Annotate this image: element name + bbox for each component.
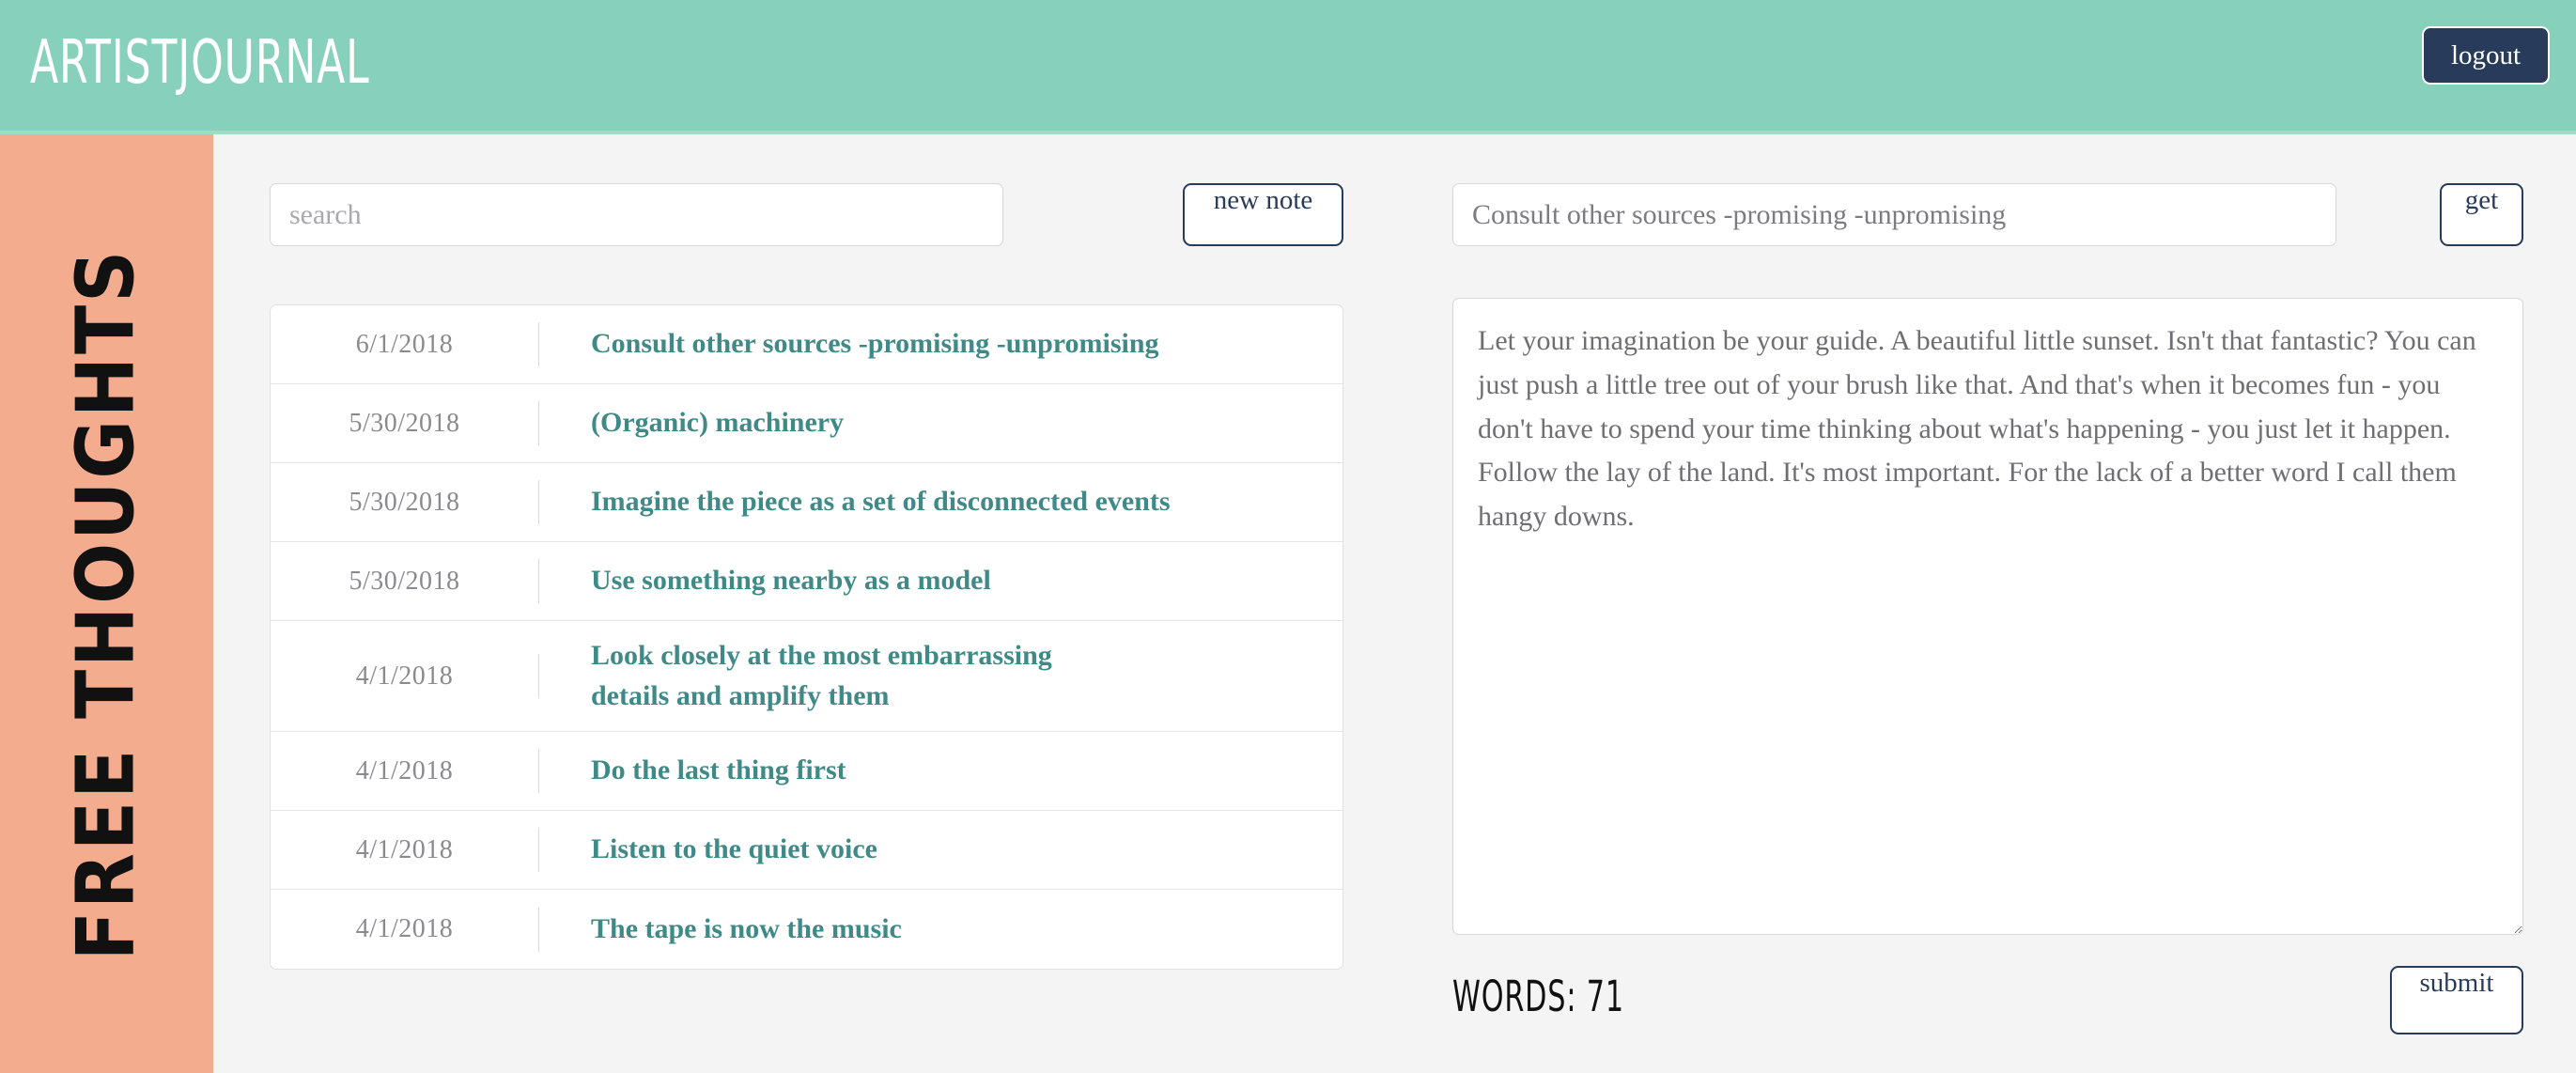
sidebar: Free Thoughts xyxy=(0,134,213,1073)
notes-panel: new note 6/1/2018 Consult other sources … xyxy=(270,183,1343,971)
note-title-bar: get xyxy=(1452,183,2523,246)
note-title[interactable]: Consult other sources -promising -unprom… xyxy=(539,309,1191,380)
note-title[interactable]: Do the last thing first xyxy=(539,736,878,806)
main-content: new note 6/1/2018 Consult other sources … xyxy=(213,134,2576,1073)
table-row[interactable]: 4/1/2018 Look closely at the most embarr… xyxy=(271,621,1342,733)
table-row[interactable]: 5/30/2018 Imagine the piece as a set of … xyxy=(271,463,1342,542)
table-row[interactable]: 5/30/2018 (Organic) machinery xyxy=(271,384,1342,463)
note-list: 6/1/2018 Consult other sources -promisin… xyxy=(270,304,1343,971)
sidebar-title: Free Thoughts xyxy=(59,247,153,961)
note-date: 4/1/2018 xyxy=(355,834,454,864)
note-date: 4/1/2018 xyxy=(355,914,454,944)
logout-button[interactable]: logout xyxy=(2422,26,2550,85)
note-title[interactable]: Listen to the quiet voice xyxy=(539,815,909,885)
note-title[interactable]: The tape is now the music xyxy=(539,894,934,965)
get-button[interactable]: get xyxy=(2440,183,2523,246)
note-date: 5/30/2018 xyxy=(349,408,460,438)
table-row[interactable]: 4/1/2018 Do the last thing first xyxy=(271,732,1342,812)
submit-button[interactable]: submit xyxy=(2390,966,2523,1034)
table-row[interactable]: 4/1/2018 Listen to the quiet voice xyxy=(271,811,1342,891)
note-title[interactable]: Imagine the piece as a set of disconnect… xyxy=(539,467,1203,537)
app-logo: ArtistJournal xyxy=(30,28,370,98)
note-date: 4/1/2018 xyxy=(355,755,454,785)
note-date: 5/30/2018 xyxy=(349,487,460,517)
table-row[interactable]: 5/30/2018 Use something nearby as a mode… xyxy=(271,542,1342,621)
word-count-label: Words: 71 xyxy=(1452,972,1624,1021)
table-row[interactable]: 6/1/2018 Consult other sources -promisin… xyxy=(271,305,1342,384)
table-row[interactable]: 4/1/2018 The tape is now the music xyxy=(271,890,1342,969)
editor-panel: get Words: 71 submit xyxy=(1452,183,2523,1034)
editor-footer: Words: 71 submit xyxy=(1452,966,2523,1034)
note-date: 4/1/2018 xyxy=(355,661,454,691)
search-input[interactable] xyxy=(270,183,1003,246)
note-date: 6/1/2018 xyxy=(355,329,454,359)
app-header: ArtistJournal logout xyxy=(0,0,2576,134)
note-title[interactable]: Use something nearby as a model xyxy=(539,546,1023,616)
new-note-button[interactable]: new note xyxy=(1183,183,1343,246)
note-body-textarea[interactable] xyxy=(1452,298,2523,935)
note-title-input[interactable] xyxy=(1452,183,2336,246)
search-bar: new note xyxy=(270,183,1343,246)
note-date: 5/30/2018 xyxy=(349,566,460,596)
note-title[interactable]: (Organic) machinery xyxy=(539,388,876,459)
note-title[interactable]: Look closely at the most embarrassing de… xyxy=(539,621,1122,731)
